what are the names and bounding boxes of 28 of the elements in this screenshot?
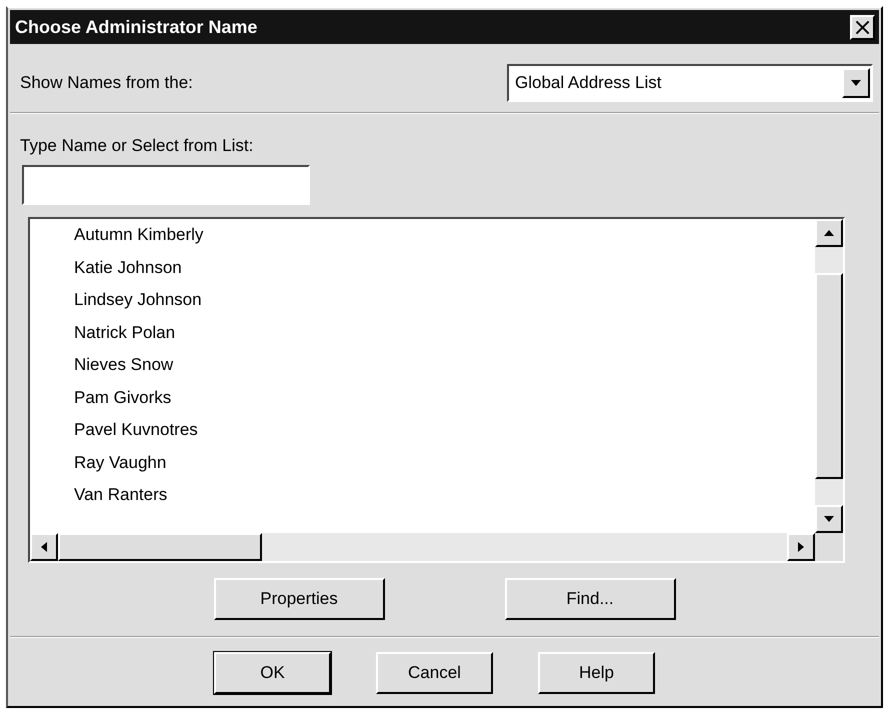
name-input-field[interactable] <box>22 165 310 205</box>
dialog-button[interactable]: Help <box>538 652 655 694</box>
list-item[interactable]: Natrick Polan <box>74 318 176 351</box>
list-item[interactable]: Lindsey Johnson <box>74 286 202 318</box>
close-button[interactable]: × <box>850 14 875 40</box>
dialog-button[interactable]: Properties <box>214 578 384 620</box>
list-item[interactable]: Ray Vaughn <box>74 448 166 481</box>
address-list-dropdown[interactable]: Global Address List <box>507 64 873 102</box>
dialog-button[interactable]: Cancel <box>376 652 493 694</box>
list-item[interactable]: Katie Johnson <box>74 254 182 286</box>
list-item[interactable]: Nieves Snow <box>74 351 174 384</box>
dialog-button[interactable]: Find... <box>504 578 676 620</box>
type-name-label: Type Name or Select from List: <box>20 136 254 156</box>
scrollbar-corner <box>815 533 843 561</box>
dialog-button[interactable]: OK <box>214 652 331 694</box>
list-item[interactable]: Pavel Kuvnotres <box>74 416 198 448</box>
dropdown-arrow-icon <box>851 80 861 86</box>
horizontal-scrollbar[interactable] <box>30 533 815 561</box>
list-item[interactable]: Van Ranters <box>74 481 168 514</box>
scroll-left-icon <box>41 542 47 552</box>
window-title: Choose Administrator Name <box>15 16 258 38</box>
show-names-label: Show Names from the: <box>20 73 193 93</box>
list-item[interactable]: Pam Givorks <box>74 384 172 416</box>
scroll-down-icon <box>824 516 834 522</box>
list-item[interactable]: Autumn Kimberly <box>74 221 204 254</box>
vertical-scrollbar[interactable] <box>815 219 843 533</box>
scroll-up-icon <box>824 230 834 236</box>
scroll-right-icon <box>798 542 804 552</box>
